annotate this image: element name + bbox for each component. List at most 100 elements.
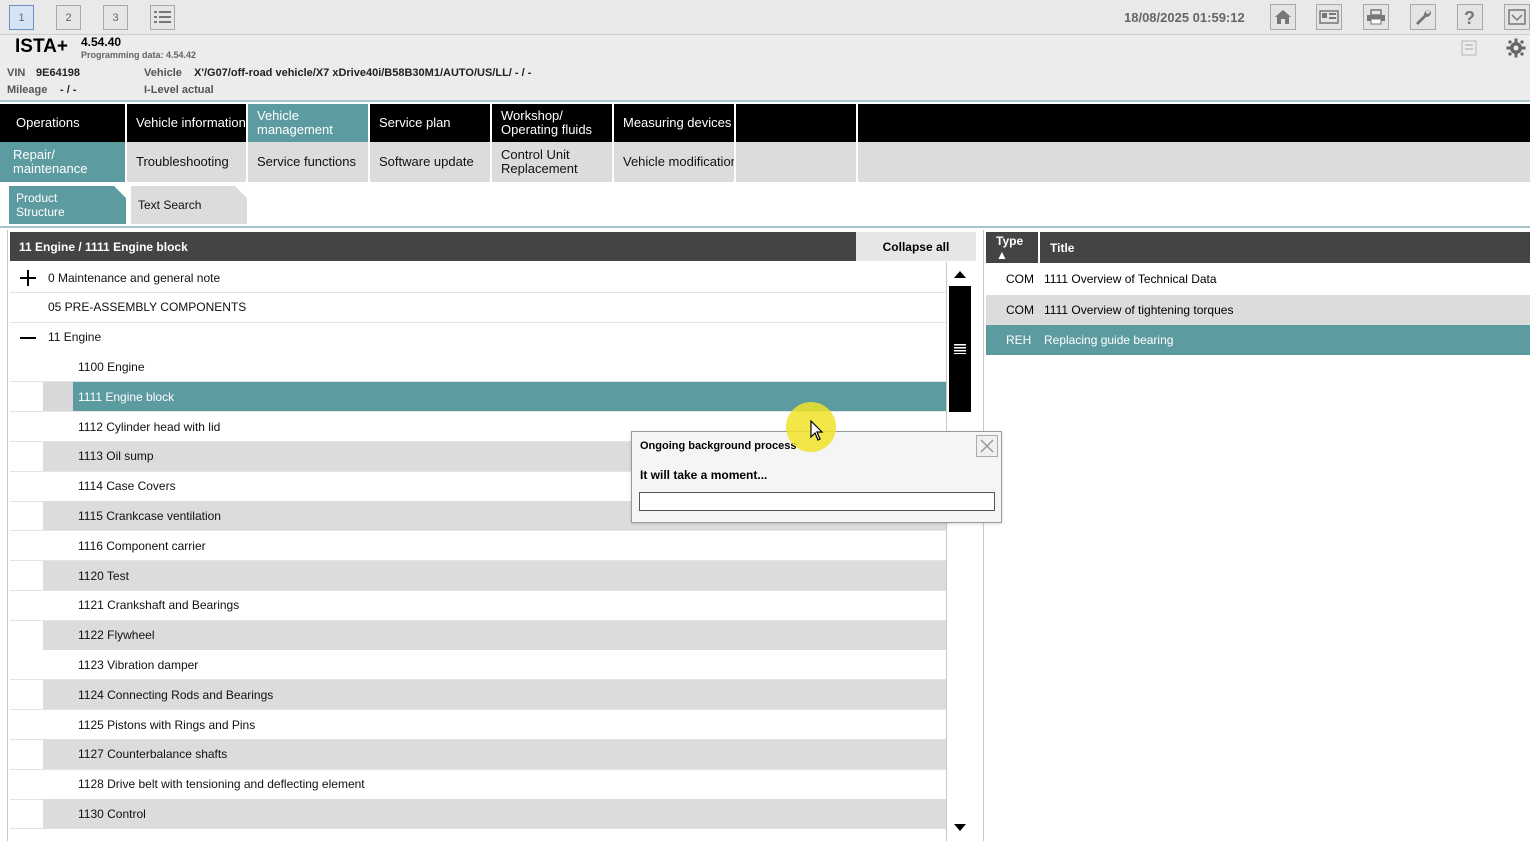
tree-row[interactable]: 1127 Counterbalance shafts (10, 739, 947, 770)
workspace-1-button[interactable]: 1 (9, 5, 34, 30)
row-background (43, 620, 947, 650)
dialog-title: Ongoing background process (640, 440, 797, 452)
nav-repair-maintenance[interactable]: Repair/ maintenance (0, 142, 127, 182)
workspace-3-label: 3 (112, 11, 119, 24)
help-icon: ? (1464, 8, 1475, 26)
nav-troubleshooting[interactable]: Troubleshooting (127, 142, 248, 182)
row-background (10, 352, 947, 382)
tree-row[interactable]: 0 Maintenance and general note (10, 263, 947, 293)
arrow-up-icon (954, 270, 966, 278)
home-icon (1275, 10, 1291, 24)
nav-service-functions[interactable]: Service functions (248, 142, 370, 182)
print-button[interactable] (1363, 4, 1389, 30)
grip-icon (954, 344, 966, 354)
document-title: Replacing guide bearing (1044, 333, 1174, 347)
id-card-icon (1319, 10, 1339, 24)
document-type: COM (1006, 272, 1034, 286)
mileage-value: - / - (60, 84, 77, 96)
tree-row[interactable]: 11 Engine (10, 322, 947, 353)
app-version: 4.54.40 (81, 35, 122, 49)
tree-row[interactable]: 1116 Component carrier (10, 531, 947, 562)
help-button[interactable]: ? (1457, 4, 1483, 30)
tree-row[interactable]: 1124 Connecting Rods and Bearings (10, 680, 947, 711)
window-menu-button[interactable] (1504, 4, 1530, 30)
nav-workshop-fluids[interactable]: Workshop/ Operating fluids (492, 104, 614, 142)
secondary-nav: Repair/ maintenance Troubleshooting Serv… (0, 142, 1530, 182)
divider (0, 226, 1530, 228)
workspace-2-button[interactable]: 2 (56, 5, 81, 30)
product-tree-panel: 11 Engine / 1111 Engine block Collapse a… (7, 230, 976, 841)
vehicle-label: Vehicle (144, 67, 182, 79)
gear-icon (1506, 38, 1526, 58)
document-icon (1461, 40, 1477, 56)
tree-breadcrumb: 11 Engine / 1111 Engine block (10, 232, 856, 261)
tree-row[interactable]: 1128 Drive belt with tensioning and defl… (10, 769, 947, 800)
nav-vehicle-modification[interactable]: Vehicle modification (614, 142, 736, 182)
mouse-pointer-icon (810, 420, 824, 441)
close-icon (980, 439, 994, 453)
scroll-thumb[interactable] (949, 286, 971, 412)
progress-bar (639, 492, 995, 511)
tree-row[interactable]: 1121 Crankshaft and Bearings (10, 590, 947, 621)
home-button[interactable] (1270, 4, 1296, 30)
document-type: COM (1006, 302, 1034, 317)
tree-row[interactable]: 1123 Vibration damper (10, 650, 947, 681)
workspace-1-label: 1 (18, 11, 25, 24)
dropdown-menu-icon (1508, 9, 1526, 25)
title-bar: 1 2 3 18/08/2025 01:59:12 ? (0, 0, 1530, 35)
column-title-header[interactable]: Title (1050, 232, 1074, 263)
tree-row-label: 1128 Drive belt with tensioning and defl… (78, 777, 365, 792)
dialog-close-button[interactable] (976, 435, 998, 457)
tree-row-label: 1121 Crankshaft and Bearings (78, 598, 240, 613)
programming-data: Programming data: 4.54.42 (81, 50, 197, 60)
tree-row-label: 05 PRE-ASSEMBLY COMPONENTS (48, 300, 247, 315)
vehicle-header: ISTA+ 4.54.40 Programming data: 4.54.42 … (0, 35, 1530, 102)
scroll-down-button[interactable] (949, 816, 971, 838)
tree-row-label: 1127 Counterbalance shafts (78, 747, 228, 762)
tree-row-label: 1114 Case Covers (78, 479, 176, 494)
workspace-3-button[interactable]: 3 (103, 5, 128, 30)
tree-row[interactable]: 1120 Test (10, 561, 947, 591)
collapse-all-button[interactable]: Collapse all (856, 232, 976, 261)
tree-row-label: 1123 Vibration damper (78, 657, 199, 672)
column-type-header[interactable]: Type ▲ (986, 232, 1040, 263)
nav-operations[interactable]: Operations (0, 104, 127, 142)
tree-scrollbar[interactable] (946, 262, 972, 841)
documents-table-header: Type ▲ Title (986, 232, 1530, 263)
service-wrench-button[interactable] (1410, 4, 1436, 30)
nav-software-update[interactable]: Software update (370, 142, 492, 182)
tree-row[interactable]: 1122 Flywheel (10, 620, 947, 651)
list-icon (154, 11, 171, 23)
vehicle-id-button[interactable] (1316, 4, 1342, 30)
tree-row-label: 1125 Pistons with Rings and Pins (78, 717, 256, 732)
tree-row[interactable]: 1100 Engine (10, 352, 947, 383)
app-name: ISTA+ (15, 36, 68, 57)
notes-button[interactable] (1458, 37, 1482, 59)
tree-row-label: 1115 Crankcase ventilation (78, 508, 221, 523)
settings-button[interactable] (1504, 37, 1528, 59)
expand-plus-icon[interactable] (20, 270, 36, 286)
document-row[interactable]: COM 1111 Overview of tightening torques (986, 294, 1530, 325)
tree-row-label: 11 Engine (48, 330, 102, 345)
nav-vehicle-management[interactable]: Vehicle management (248, 104, 370, 142)
tree-row-label: 1116 Component carrier (78, 538, 206, 553)
tree-row[interactable]: 05 PRE-ASSEMBLY COMPONENTS (10, 292, 947, 323)
document-row[interactable]: REH Replacing guide bearing (986, 325, 1530, 355)
tree-row[interactable]: 1125 Pistons with Rings and Pins (10, 710, 947, 740)
nav-service-plan[interactable]: Service plan (370, 104, 492, 142)
task-list-button[interactable] (150, 5, 175, 30)
tree-row[interactable]: 1130 Control (10, 799, 947, 830)
tab-product-structure[interactable]: Product Structure (9, 186, 126, 224)
tree-row-label: 0 Maintenance and general note (48, 270, 221, 285)
nav-vehicle-information[interactable]: Vehicle information (127, 104, 248, 142)
nav-control-unit-replacement[interactable]: Control Unit Replacement (492, 142, 614, 182)
vin-label: VIN (7, 67, 26, 79)
tree-row-label: 1130 Control (78, 806, 146, 821)
collapse-minus-icon[interactable] (20, 330, 36, 346)
document-row[interactable]: COM 1111 Overview of Technical Data (986, 264, 1530, 294)
datetime: 18/08/2025 01:59:12 (1124, 10, 1245, 25)
tab-text-search[interactable]: Text Search (131, 186, 247, 224)
nav-measuring-devices[interactable]: Measuring devices (614, 104, 736, 142)
scroll-up-button[interactable] (949, 263, 971, 285)
nav2-empty-slot (736, 142, 858, 182)
